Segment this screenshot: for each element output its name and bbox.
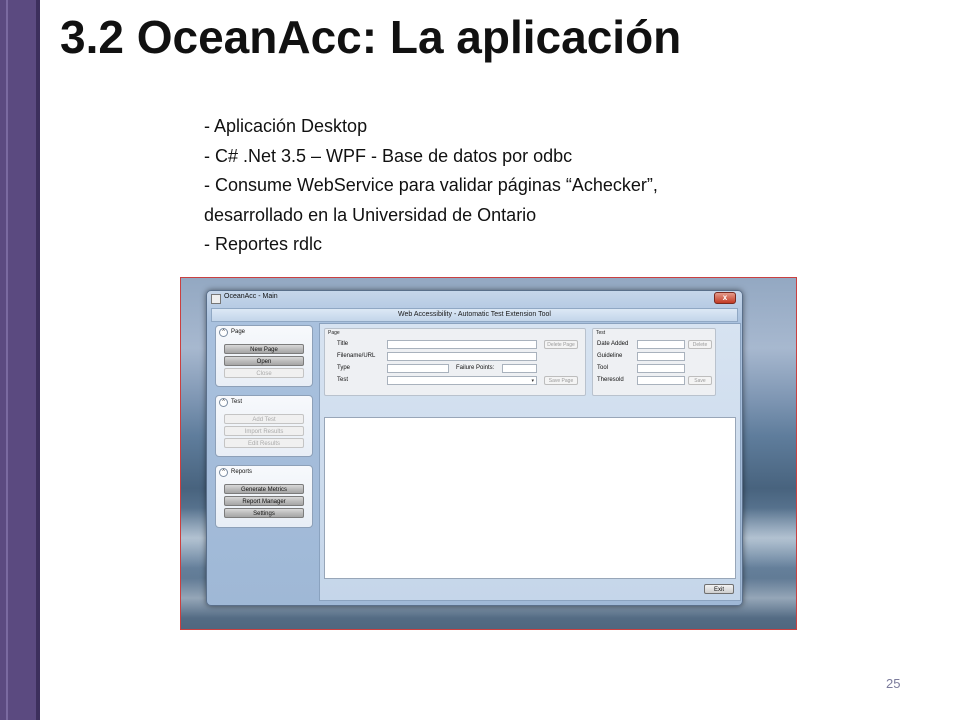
test-label: Test [337,377,349,383]
bullet-item: - C# .Net 3.5 – WPF - Base de datos por … [204,145,573,166]
save-page-button[interactable]: Save Page [544,376,578,385]
date-added-label: Date Added [597,341,629,347]
main-area: Page Title Delete Page Filename/URL Type… [319,323,741,601]
bullet-item: - Reportes rdlc [204,234,323,254]
guideline-label: Guideline [597,353,623,359]
page-number: 25 [886,676,901,691]
panel-title: Reports [231,469,253,475]
date-added-field[interactable] [637,340,685,349]
panel-title: Test [231,399,243,405]
app-banner: Web Accessibility - Automatic Test Exten… [211,308,738,322]
test-combo[interactable]: ▾ [387,376,537,385]
theresold-field[interactable] [637,376,685,385]
slide-side-bar [0,0,40,720]
filename-field[interactable] [387,352,537,361]
open-button[interactable]: Open [224,356,304,366]
title-label: Title [337,341,349,347]
page-group: Page Title Delete Page Filename/URL Type… [324,328,586,396]
chevron-up-icon[interactable]: ^ [219,398,228,407]
results-area[interactable] [324,417,736,579]
title-field[interactable] [387,340,537,349]
app-window: OceanAcc - Main x Web Accessibility - Au… [206,290,743,606]
test-panel: ^ Test Add Test Import Results Edit Resul… [215,395,313,457]
delete-test-button[interactable]: Delete [688,340,712,349]
chevron-up-icon[interactable]: ^ [219,328,228,337]
chevron-up-icon[interactable]: ^ [219,468,228,477]
slide-title: 3.2 OceanAcc: La aplicación [60,11,682,63]
group-title: Test [596,330,606,336]
bullet-list: - Aplicación Desktop - C# .Net 3.5 – WPF… [204,112,804,260]
delete-page-button[interactable]: Delete Page [544,340,578,349]
type-label: Type [337,365,351,371]
type-field[interactable] [387,364,449,373]
close-button[interactable]: x [714,292,736,304]
bullet-item: - Consume WebService para validar página… [204,175,658,195]
edit-results-button[interactable]: Edit Results [224,438,304,448]
window-title: OceanAcc - Main [224,293,278,300]
add-test-button[interactable]: Add Test [224,414,304,424]
panel-title: Page [231,329,246,335]
group-title: Page [328,330,340,336]
exit-button[interactable]: Exit [704,584,734,594]
bullet-item: - Aplicación Desktop [204,116,368,136]
tool-field[interactable] [637,364,685,373]
new-page-button[interactable]: New Page [224,344,304,354]
report-manager-button[interactable]: Report Manager [224,496,304,506]
filename-label: Filename/URL [337,353,376,359]
failure-points-field[interactable] [502,364,537,373]
settings-button[interactable]: Settings [224,508,304,518]
reports-panel: ^ Reports Generate Metrics Report Manager… [215,465,313,528]
chevron-down-icon: ▾ [531,378,534,384]
test-group: Test Date Added Delete Guideline Tool Th… [592,328,716,396]
generate-metrics-button[interactable]: Generate Metrics [224,484,304,494]
window-titlebar[interactable]: OceanAcc - Main x [207,291,742,307]
save-test-button[interactable]: Save [688,376,712,385]
app-screenshot: OceanAcc - Main x Web Accessibility - Au… [180,277,797,630]
import-results-button[interactable]: Import Results [224,426,304,436]
close-page-button[interactable]: Close [224,368,304,378]
app-icon [211,294,221,304]
failure-points-label: Failure Points: [456,365,495,371]
theresold-label: Theresold [597,377,624,383]
guideline-field[interactable] [637,352,685,361]
bullet-item: desarrollado en la Universidad de Ontari… [204,204,537,225]
page-panel: ^ Page New Page Open Close [215,325,313,387]
tool-label: Tool [597,365,609,371]
